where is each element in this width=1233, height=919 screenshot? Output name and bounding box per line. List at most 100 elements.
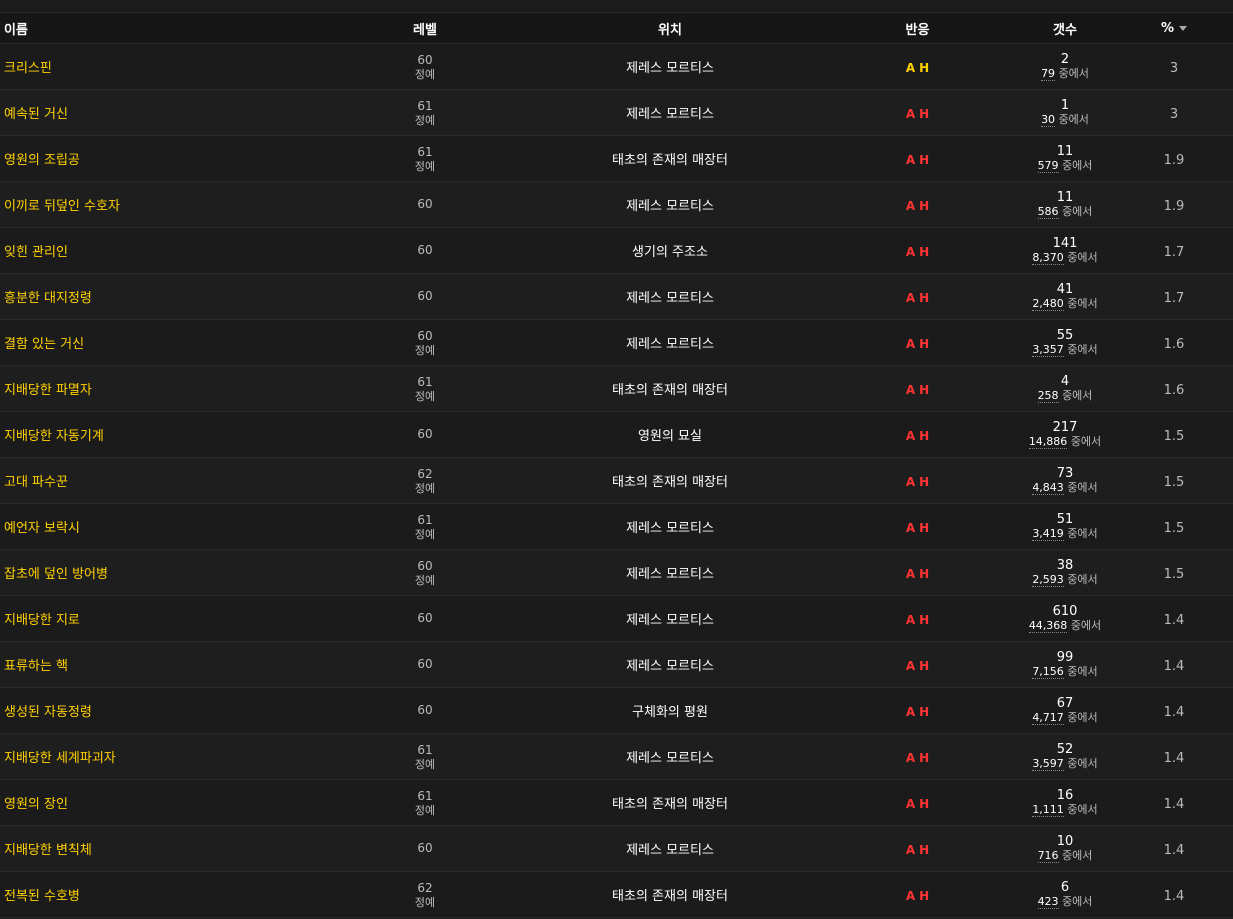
npc-name-link[interactable]: 지배당한 지로 xyxy=(4,613,80,628)
npc-name-link[interactable]: 영원의 조립공 xyxy=(4,153,80,168)
cell-percent: 1.6 xyxy=(1115,379,1233,398)
drop-count: 1 xyxy=(1060,98,1070,113)
npc-name-link[interactable]: 고대 파수꾼 xyxy=(4,475,68,490)
reaction-horde: H xyxy=(919,521,930,535)
drop-count: 4 xyxy=(1060,374,1070,389)
cell-name: 결함 있는 거신 xyxy=(0,333,330,352)
location-link[interactable]: 태초의 존재의 매장터 xyxy=(612,475,728,490)
cell-location: 제레스 모르티스 xyxy=(520,57,820,76)
drop-percent: 3 xyxy=(1169,61,1179,76)
header-reaction[interactable]: 반응 xyxy=(820,19,1015,38)
npc-name-link[interactable]: 지배당한 변칙체 xyxy=(4,843,92,858)
drop-percent: 1.4 xyxy=(1163,613,1185,628)
level-value: 61 xyxy=(417,374,433,389)
level-value: 60 xyxy=(417,611,433,625)
reaction-alliance: A xyxy=(905,475,916,489)
out-of-line: 3,597 중에서 xyxy=(1015,757,1115,771)
level-value: 60 xyxy=(417,289,433,303)
npc-name-link[interactable]: 결함 있는 거신 xyxy=(4,337,84,352)
location-link[interactable]: 제레스 모르티스 xyxy=(626,107,714,122)
cell-percent: 1.5 xyxy=(1115,563,1233,582)
cell-reaction: AH xyxy=(820,747,1015,766)
reaction-alliance: A xyxy=(905,613,916,627)
drop-count: 51 xyxy=(1056,512,1074,527)
cell-count: 141 8,370 중에서 xyxy=(1015,236,1115,265)
drop-percent: 1.7 xyxy=(1163,291,1185,306)
location-link[interactable]: 제레스 모르티스 xyxy=(626,61,714,76)
cell-level: 61 정예 xyxy=(330,743,520,771)
drop-count: 610 xyxy=(1052,604,1078,619)
location-link[interactable]: 태초의 존재의 매장터 xyxy=(612,889,728,904)
cell-level: 61 정예 xyxy=(330,145,520,173)
cell-count: 99 7,156 중에서 xyxy=(1015,650,1115,679)
cell-name: 지배당한 파멸자 xyxy=(0,379,330,398)
location-link[interactable]: 제레스 모르티스 xyxy=(626,291,714,306)
out-of-total: 4,717 xyxy=(1032,711,1064,725)
npc-name-link[interactable]: 예언자 보락시 xyxy=(4,521,80,536)
out-of-total: 579 xyxy=(1037,159,1059,173)
out-of-total: 30 xyxy=(1041,113,1056,127)
reaction-horde: H xyxy=(919,61,930,75)
drop-percent: 1.4 xyxy=(1163,797,1185,812)
table-row: 지배당한 변칙체 60 제레스 모르티스 AH 10 716 중에서 1.4 xyxy=(0,826,1233,872)
npc-name-link[interactable]: 지배당한 파멸자 xyxy=(4,383,92,398)
out-of-line: 258 중에서 xyxy=(1015,389,1115,403)
location-link[interactable]: 태초의 존재의 매장터 xyxy=(612,797,728,812)
table-row: 예언자 보락시 61 정예 제레스 모르티스 AH 51 3,419 중에서 1… xyxy=(0,504,1233,550)
sort-desc-icon xyxy=(1179,25,1188,31)
npc-name-link[interactable]: 지배당한 자동기계 xyxy=(4,429,104,444)
npc-name-link[interactable]: 잊힌 관리인 xyxy=(4,245,68,260)
location-link[interactable]: 제레스 모르티스 xyxy=(626,567,714,582)
npc-name-link[interactable]: 잡초에 덮인 방어병 xyxy=(4,567,108,582)
reaction-horde: H xyxy=(919,153,930,167)
location-link[interactable]: 구체화의 평원 xyxy=(632,705,708,720)
location-link[interactable]: 제레스 모르티스 xyxy=(626,613,714,628)
header-name[interactable]: 이름 xyxy=(0,19,330,38)
level-value: 60 xyxy=(417,558,433,573)
reaction-horde: H xyxy=(919,613,930,627)
drop-count: 16 xyxy=(1056,788,1074,803)
drop-count: 217 xyxy=(1052,420,1078,435)
location-link[interactable]: 영원의 묘실 xyxy=(638,429,702,444)
header-percent[interactable]: % xyxy=(1115,21,1233,36)
location-link[interactable]: 제레스 모르티스 xyxy=(626,843,714,858)
table-row: 흥분한 대지정령 60 제레스 모르티스 AH 41 2,480 중에서 1.7 xyxy=(0,274,1233,320)
out-of-line: 4,717 중에서 xyxy=(1015,711,1115,725)
table-top-border xyxy=(0,0,1233,13)
location-link[interactable]: 제레스 모르티스 xyxy=(626,199,714,214)
drop-percent: 1.7 xyxy=(1163,245,1185,260)
reaction-alliance: A xyxy=(905,659,916,673)
location-link[interactable]: 제레스 모르티스 xyxy=(626,337,714,352)
npc-name-link[interactable]: 전복된 수호병 xyxy=(4,889,80,904)
cell-count: 73 4,843 중에서 xyxy=(1015,466,1115,495)
npc-name-link[interactable]: 지배당한 세계파괴자 xyxy=(4,751,116,766)
npc-name-link[interactable]: 예속된 거신 xyxy=(4,107,68,122)
npc-name-link[interactable]: 영원의 장인 xyxy=(4,797,68,812)
reaction-horde: H xyxy=(919,107,930,121)
header-location[interactable]: 위치 xyxy=(520,19,820,38)
header-level[interactable]: 레벨 xyxy=(330,19,520,38)
header-count[interactable]: 갯수 xyxy=(1015,19,1115,38)
location-link[interactable]: 제레스 모르티스 xyxy=(626,659,714,674)
location-link[interactable]: 생기의 주조소 xyxy=(632,245,708,260)
table-row: 잊힌 관리인 60 생기의 주조소 AH 141 8,370 중에서 1.7 xyxy=(0,228,1233,274)
out-of-line: 30 중에서 xyxy=(1015,113,1115,127)
elite-tag: 정예 xyxy=(414,573,436,587)
cell-level: 60 정예 xyxy=(330,329,520,357)
location-link[interactable]: 태초의 존재의 매장터 xyxy=(612,153,728,168)
level-value: 60 xyxy=(417,703,433,717)
location-link[interactable]: 태초의 존재의 매장터 xyxy=(612,383,728,398)
npc-name-link[interactable]: 생성된 자동정령 xyxy=(4,705,92,720)
location-link[interactable]: 제레스 모르티스 xyxy=(626,521,714,536)
npc-name-link[interactable]: 표류하는 핵 xyxy=(4,659,68,674)
table-row: 영원의 장인 61 정예 태초의 존재의 매장터 AH 16 1,111 중에서… xyxy=(0,780,1233,826)
cell-count: 610 44,368 중에서 xyxy=(1015,604,1115,633)
npc-name-link[interactable]: 흥분한 대지정령 xyxy=(4,291,92,306)
npc-name-link[interactable]: 크리스핀 xyxy=(4,61,52,76)
reaction-horde: H xyxy=(919,383,930,397)
location-link[interactable]: 제레스 모르티스 xyxy=(626,751,714,766)
npc-name-link[interactable]: 이끼로 뒤덮인 수호자 xyxy=(4,199,120,214)
out-of-suffix: 중에서 xyxy=(1070,435,1102,448)
reaction-alliance: A xyxy=(905,751,916,765)
cell-count: 6 423 중에서 xyxy=(1015,880,1115,909)
